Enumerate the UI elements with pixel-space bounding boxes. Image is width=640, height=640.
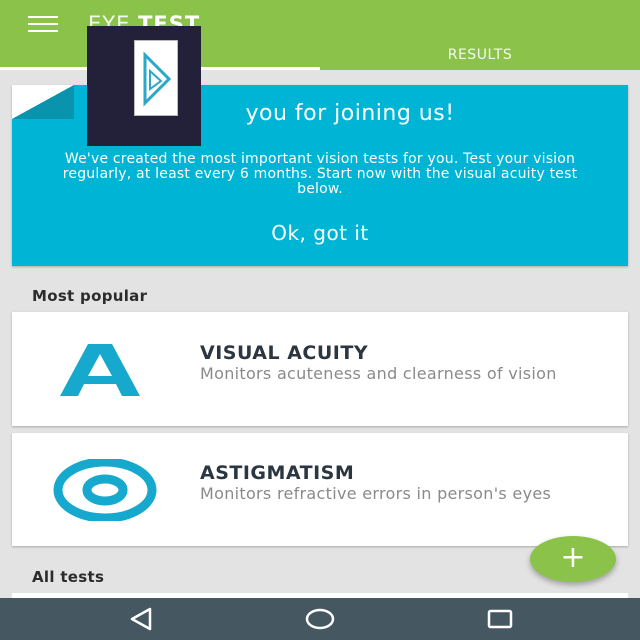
home-icon	[305, 608, 335, 630]
visual-acuity-title: VISUAL ACUITY	[200, 342, 369, 364]
welcome-text: We've created the most important vision …	[62, 151, 578, 197]
menu-button[interactable]	[28, 16, 60, 36]
recents-button[interactable]	[482, 606, 518, 632]
triangle-logo-icon	[143, 51, 172, 107]
app-badge-overlay	[87, 26, 201, 146]
back-icon	[130, 607, 152, 631]
ok-got-it-button[interactable]: Ok, got it	[232, 221, 408, 245]
letter-a-icon	[60, 344, 140, 396]
back-button[interactable]	[124, 606, 160, 632]
add-fab-button[interactable]: +	[530, 536, 616, 582]
astigmatism-description: Monitors refractive errors in person's e…	[200, 484, 552, 503]
most-popular-heading: Most popular	[32, 287, 148, 305]
menu-icon-line	[28, 23, 58, 25]
menu-icon-line	[28, 30, 58, 32]
astigmatism-title: ASTIGMATISM	[200, 462, 355, 484]
visual-acuity-description: Monitors acuteness and clearness of visi…	[200, 364, 557, 383]
all-tests-heading: All tests	[32, 568, 105, 586]
tab-results[interactable]: RESULTS	[320, 47, 640, 73]
astigmatism-card[interactable]: ASTIGMATISM Monitors refractive errors i…	[12, 433, 628, 546]
badge-card	[134, 40, 178, 116]
system-nav-bar	[0, 598, 640, 640]
recents-icon	[487, 609, 513, 629]
plus-icon: +	[560, 540, 586, 575]
concentric-circles-icon	[53, 459, 157, 521]
home-button[interactable]	[302, 606, 338, 632]
menu-icon-line	[28, 16, 58, 18]
visual-acuity-card[interactable]: VISUAL ACUITY Monitors acuteness and cle…	[12, 312, 628, 426]
